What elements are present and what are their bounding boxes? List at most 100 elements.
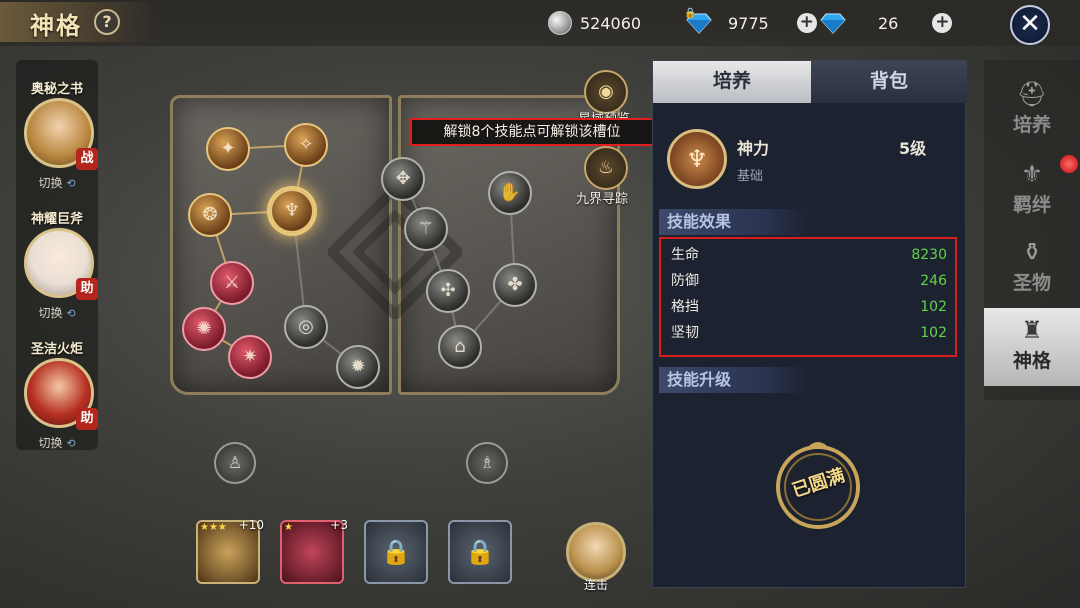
skill-glyph-icon: ⚚: [417, 218, 435, 239]
skill-node[interactable]: ⚔: [210, 261, 254, 305]
stat-value: 102: [920, 325, 947, 341]
stat-value: 102: [920, 299, 947, 315]
skill-node-selected[interactable]: ♆: [270, 189, 314, 233]
skill-name: 神力: [737, 139, 770, 158]
skill-node[interactable]: ✤: [493, 263, 537, 307]
character-name: 神耀巨斧: [30, 212, 83, 227]
combo-portrait[interactable]: [566, 522, 626, 582]
role-badge: 战: [76, 148, 98, 170]
star-rating: ★: [284, 522, 293, 533]
divine-power-icon: ♆: [667, 129, 727, 189]
skill-glyph-icon: ✷: [242, 346, 258, 367]
extra-node[interactable]: ♗: [466, 442, 508, 484]
skill-glyph-icon: ✣: [440, 280, 456, 301]
skill-node[interactable]: ✣: [426, 269, 470, 313]
skill-glyph-icon: ♆: [283, 200, 301, 221]
skill-node[interactable]: ✷: [228, 335, 272, 379]
upgrade-header: 技能升级: [659, 367, 809, 393]
stat-value: 8230: [911, 247, 947, 263]
add-diamond-button[interactable]: +: [932, 13, 953, 33]
skill-node[interactable]: ✧: [284, 123, 328, 167]
skill-node[interactable]: ✺: [182, 307, 226, 351]
page-title: 神格: [30, 11, 82, 40]
skill-node[interactable]: ⌂: [438, 325, 482, 369]
switch-button-1[interactable]: 切换 ⟲: [16, 174, 98, 191]
nav-cultivate[interactable]: ⛑ 培养: [984, 72, 1080, 142]
relic-icon: ⚱: [1021, 238, 1043, 266]
helmet-icon: ⛑: [1016, 80, 1048, 108]
silver-coin-icon: [548, 11, 572, 35]
skill-node[interactable]: ⚚: [404, 207, 448, 251]
stat-key: 格挡: [671, 299, 699, 315]
skill-node[interactable]: ✋: [488, 171, 532, 215]
skill-panel: 培养 背包 ♆ 神力 5级 基础 技能效果 生命 8230 防御 246 格挡 102…: [652, 60, 967, 588]
tab-cultivate[interactable]: 培养: [653, 61, 811, 103]
skill-glyph-icon: ✧: [298, 134, 314, 155]
slot-level: +10: [238, 518, 264, 532]
switch-label: 切换: [38, 436, 63, 450]
stat-row: 防御 246: [671, 269, 947, 293]
skill-glyph-icon: ⚔: [223, 272, 241, 293]
stat-row: 格挡 102: [671, 295, 947, 319]
equip-slot-locked[interactable]: 🔒: [448, 520, 512, 584]
silver-currency: 524060: [548, 10, 641, 36]
star-preview-label: 星域预览: [578, 108, 648, 118]
skill-glyph-icon: ◎: [298, 316, 314, 337]
stat-row: 坚韧 102: [671, 321, 947, 345]
skill-glyph-icon: ✤: [507, 274, 523, 295]
divinity-icon: ♜: [1021, 316, 1043, 344]
combo-label: 连击: [583, 578, 608, 592]
equip-slot-1[interactable]: ★★★ +10: [196, 518, 264, 584]
equip-slot-locked[interactable]: 🔒: [364, 520, 428, 584]
padlock-icon: 🔒: [381, 538, 411, 566]
stats-box: 生命 8230 防御 246 格挡 102 坚韧 102: [659, 237, 957, 357]
nav-label: 培养: [1012, 114, 1051, 136]
skill-glyph-icon: ✹: [350, 356, 366, 377]
skill-node[interactable]: ◎: [284, 305, 328, 349]
switch-button-2[interactable]: 切换 ⟲: [16, 304, 98, 321]
stat-row: 生命 8230: [671, 243, 947, 267]
diamond-icon: [820, 12, 846, 34]
character-name: 圣洁火炬: [30, 342, 83, 357]
equip-slot-2[interactable]: ★ +3: [280, 518, 348, 584]
close-button[interactable]: ✕: [1010, 5, 1050, 45]
skill-type: 基础: [737, 169, 764, 184]
help-icon[interactable]: ?: [94, 9, 120, 35]
skill-glyph-icon: ⌂: [454, 336, 466, 357]
switch-icon: ⟲: [66, 437, 76, 450]
locked-diamond-currency: 🔒 9775 +: [684, 8, 817, 36]
figure-icon: ♗: [479, 453, 495, 472]
nav-divinity[interactable]: ♜ 神格: [984, 308, 1080, 386]
nav-label: 圣物: [1012, 272, 1051, 294]
skill-glyph-icon: ✺: [196, 318, 212, 339]
nav-relic[interactable]: ⚱ 圣物: [984, 230, 1080, 300]
stat-value: 246: [920, 273, 947, 289]
locked-diamond-icon: 🔒: [684, 8, 712, 34]
skill-glyph-icon: ✦: [220, 138, 236, 159]
skill-node[interactable]: ❂: [188, 193, 232, 237]
skill-node[interactable]: ✦: [206, 127, 250, 171]
extra-node[interactable]: ♙: [214, 442, 256, 484]
switch-icon: ⟲: [66, 307, 76, 320]
skill-level: 5级: [899, 139, 927, 158]
notification-dot: [1060, 155, 1078, 173]
skill-node[interactable]: ✥: [381, 157, 425, 201]
switch-label: 切换: [38, 306, 63, 320]
add-locked-diamond-button[interactable]: +: [796, 13, 817, 33]
figure-icon: ♙: [227, 453, 243, 472]
tab-bag[interactable]: 背包: [811, 61, 967, 103]
role-badge: 助: [76, 278, 98, 300]
stat-key: 生命: [671, 247, 699, 263]
skill-glyph-icon: ✋: [498, 182, 522, 203]
nine-realms-label[interactable]: 九界寻踪: [576, 188, 628, 207]
role-badge: 助: [76, 408, 98, 430]
slot-level: +3: [330, 518, 348, 532]
switch-button-3[interactable]: 切换 ⟲: [16, 434, 98, 451]
silver-amount: 524060: [580, 13, 642, 33]
nav-label: 羁绊: [1012, 194, 1051, 216]
padlock-icon: 🔒: [465, 538, 495, 566]
skill-node[interactable]: ✹: [336, 345, 380, 389]
diamond-amount: 26: [878, 13, 899, 33]
flame-icon[interactable]: ♨: [584, 146, 628, 190]
switch-label: 切换: [38, 176, 63, 190]
